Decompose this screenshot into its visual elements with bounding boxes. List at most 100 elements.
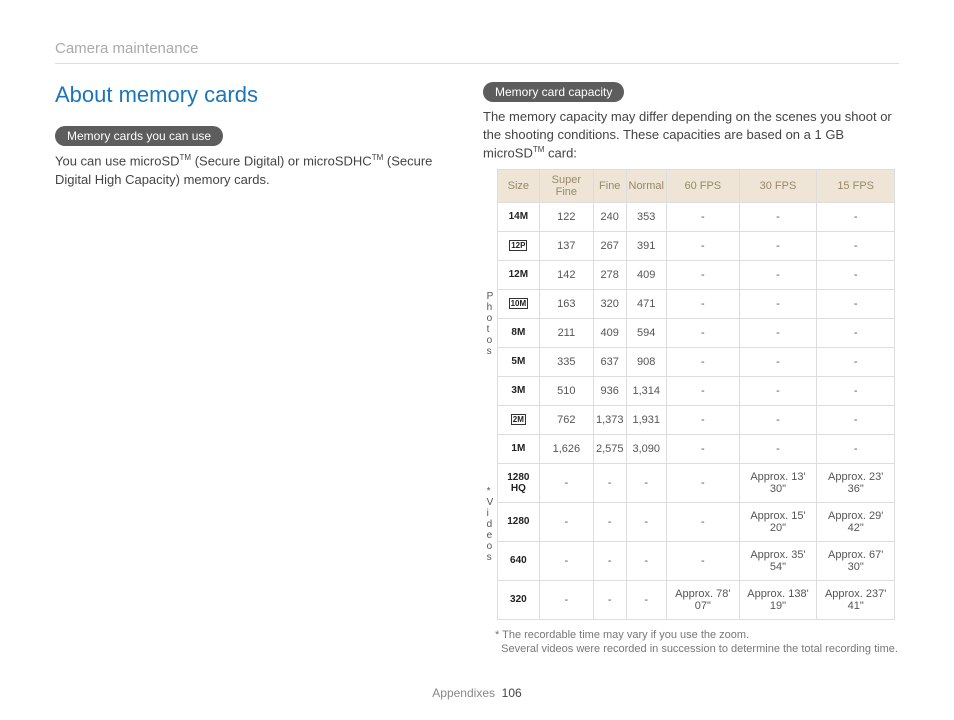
data-cell: - xyxy=(817,231,895,260)
data-cell: - xyxy=(539,580,593,619)
data-cell: - xyxy=(739,434,817,463)
right-intro-text: The memory capacity may differ depending… xyxy=(483,108,899,163)
table-header: Normal xyxy=(626,169,666,202)
data-cell: - xyxy=(593,463,626,502)
data-cell: 267 xyxy=(593,231,626,260)
data-cell: 936 xyxy=(593,376,626,405)
data-cell: 335 xyxy=(539,347,593,376)
page-footer: Appendixes 106 xyxy=(0,686,954,700)
data-cell: - xyxy=(739,231,817,260)
data-cell: - xyxy=(817,434,895,463)
data-cell: 240 xyxy=(593,202,626,231)
data-cell: Approx. 237' 41" xyxy=(817,580,895,619)
data-cell: 3,090 xyxy=(626,434,666,463)
data-cell: - xyxy=(539,463,593,502)
table-row: 3M5109361,314--- xyxy=(498,376,895,405)
data-cell: 1,931 xyxy=(626,405,666,434)
size-cell: 12M xyxy=(498,260,540,289)
data-cell: 163 xyxy=(539,289,593,318)
data-cell: - xyxy=(739,318,817,347)
footnote: * The recordable time may vary if you us… xyxy=(483,628,899,657)
data-cell: - xyxy=(666,202,739,231)
data-cell: 908 xyxy=(626,347,666,376)
data-cell: - xyxy=(539,541,593,580)
data-cell: - xyxy=(666,463,739,502)
table-row: 8M211409594--- xyxy=(498,318,895,347)
table-header: 30 FPS xyxy=(739,169,817,202)
data-cell: - xyxy=(666,318,739,347)
data-cell: 142 xyxy=(539,260,593,289)
data-cell: - xyxy=(739,405,817,434)
data-cell: - xyxy=(626,502,666,541)
table-row: 1280 HQ----Approx. 13' 30"Approx. 23' 36… xyxy=(498,463,895,502)
data-cell: - xyxy=(539,502,593,541)
left-body-text: You can use microSDTM (Secure Digital) o… xyxy=(55,152,455,189)
data-cell: 409 xyxy=(593,318,626,347)
data-cell: 211 xyxy=(539,318,593,347)
data-cell: Approx. 35' 54" xyxy=(739,541,817,580)
table-row: 10M163320471--- xyxy=(498,289,895,318)
data-cell: Approx. 15' 20" xyxy=(739,502,817,541)
data-cell: - xyxy=(666,376,739,405)
size-cell: 640 xyxy=(498,541,540,580)
page-title: About memory cards xyxy=(55,82,455,108)
size-cell: 8M xyxy=(498,318,540,347)
data-cell: 471 xyxy=(626,289,666,318)
size-cell: 1280 xyxy=(498,502,540,541)
data-cell: - xyxy=(739,347,817,376)
size-cell: 3M xyxy=(498,376,540,405)
divider xyxy=(55,63,899,64)
data-cell: - xyxy=(817,202,895,231)
data-cell: Approx. 23' 36" xyxy=(817,463,895,502)
data-cell: - xyxy=(593,580,626,619)
capacity-table: SizeSuper FineFineNormal60 FPS30 FPS15 F… xyxy=(497,169,895,620)
size-cell: 1280 HQ xyxy=(498,463,540,502)
data-cell: 1,373 xyxy=(593,405,626,434)
table-row: 12M142278409--- xyxy=(498,260,895,289)
table-row: 1280----Approx. 15' 20"Approx. 29' 42" xyxy=(498,502,895,541)
data-cell: 1,626 xyxy=(539,434,593,463)
data-cell: 278 xyxy=(593,260,626,289)
table-row: 1M1,6262,5753,090--- xyxy=(498,434,895,463)
side-label-photos: Photos xyxy=(483,197,497,451)
table-header: Size xyxy=(498,169,540,202)
data-cell: Approx. 67' 30" xyxy=(817,541,895,580)
size-cell: 1M xyxy=(498,434,540,463)
data-cell: 1,314 xyxy=(626,376,666,405)
side-label-videos: *Videos xyxy=(483,451,497,599)
data-cell: - xyxy=(626,541,666,580)
data-cell: - xyxy=(666,502,739,541)
data-cell: - xyxy=(739,289,817,318)
data-cell: 762 xyxy=(539,405,593,434)
data-cell: Approx. 29' 42" xyxy=(817,502,895,541)
data-cell: - xyxy=(593,502,626,541)
data-cell: - xyxy=(739,260,817,289)
data-cell: - xyxy=(666,347,739,376)
data-cell: - xyxy=(666,405,739,434)
table-header: Fine xyxy=(593,169,626,202)
pill-memory-cards-use: Memory cards you can use xyxy=(55,126,223,146)
data-cell: - xyxy=(817,289,895,318)
data-cell: 594 xyxy=(626,318,666,347)
data-cell: - xyxy=(626,580,666,619)
table-row: 640----Approx. 35' 54"Approx. 67' 30" xyxy=(498,541,895,580)
pill-memory-card-capacity: Memory card capacity xyxy=(483,82,624,102)
data-cell: 2,575 xyxy=(593,434,626,463)
data-cell: 510 xyxy=(539,376,593,405)
data-cell: - xyxy=(666,260,739,289)
data-cell: 637 xyxy=(593,347,626,376)
data-cell: 391 xyxy=(626,231,666,260)
data-cell: 122 xyxy=(539,202,593,231)
size-cell: 12P xyxy=(498,231,540,260)
table-row: 320---Approx. 78' 07"Approx. 138' 19"App… xyxy=(498,580,895,619)
size-cell: 14M xyxy=(498,202,540,231)
size-cell: 320 xyxy=(498,580,540,619)
data-cell: Approx. 138' 19" xyxy=(739,580,817,619)
data-cell: 409 xyxy=(626,260,666,289)
data-cell: 353 xyxy=(626,202,666,231)
data-cell: - xyxy=(817,347,895,376)
data-cell: - xyxy=(739,376,817,405)
data-cell: - xyxy=(593,541,626,580)
data-cell: - xyxy=(666,231,739,260)
data-cell: - xyxy=(739,202,817,231)
